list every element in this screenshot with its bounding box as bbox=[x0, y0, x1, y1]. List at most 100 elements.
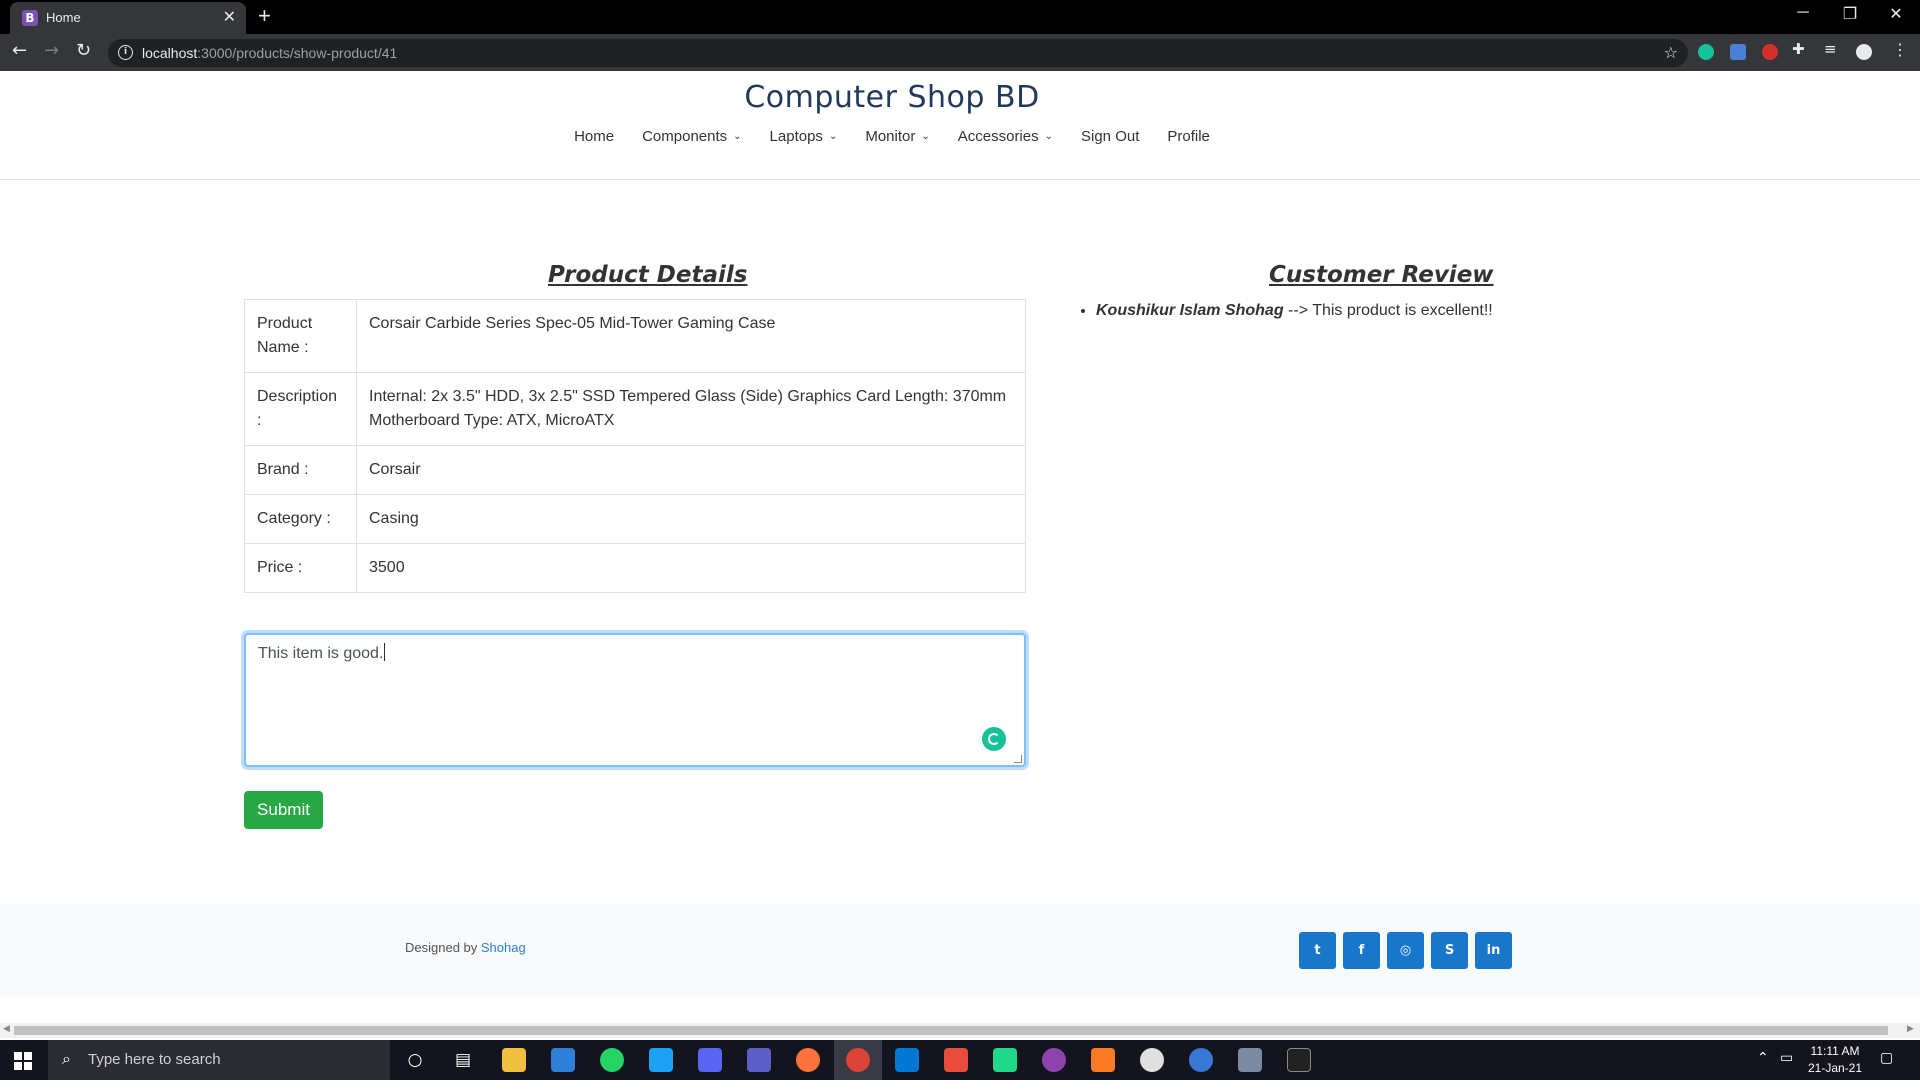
tab-title: Home bbox=[46, 10, 81, 25]
chevron-down-icon: ⌄ bbox=[733, 131, 742, 142]
row-key: Description : bbox=[244, 372, 357, 446]
xampp-icon[interactable] bbox=[1091, 1048, 1115, 1072]
teams-icon[interactable] bbox=[747, 1048, 771, 1072]
media-queue-icon[interactable]: ≡ bbox=[1824, 40, 1837, 58]
nav-accessories[interactable]: Accessories ⌄ bbox=[944, 128, 1067, 145]
nav-profile[interactable]: Profile bbox=[1153, 128, 1224, 145]
firefox-icon[interactable] bbox=[796, 1048, 820, 1072]
twitter-app-icon[interactable] bbox=[649, 1048, 673, 1072]
instagram-icon[interactable]: ◎ bbox=[1387, 932, 1424, 969]
taskbar-search-box[interactable]: ⌕ Type here to search bbox=[48, 1040, 390, 1080]
nav-home[interactable]: Home bbox=[560, 128, 628, 145]
network-icon[interactable]: ▭ bbox=[1780, 1050, 1793, 1066]
review-textarea[interactable]: This item is good. bbox=[244, 633, 1026, 767]
customer-review-heading: Customer Review bbox=[1269, 262, 1494, 288]
nav-label: Profile bbox=[1167, 128, 1210, 145]
taskbar-search-placeholder: Type here to search bbox=[88, 1051, 221, 1068]
file-explorer-icon[interactable] bbox=[502, 1048, 526, 1072]
grammarly-extension-icon[interactable] bbox=[1698, 44, 1714, 60]
row-value: Casing bbox=[356, 494, 1026, 544]
main-nav: Home Components ⌄ Laptops ⌄ Monitor ⌄ Acces… bbox=[0, 128, 1784, 145]
nav-sign-out[interactable]: Sign Out bbox=[1067, 128, 1153, 145]
extensions-puzzle-icon[interactable]: ✚ bbox=[1792, 40, 1805, 58]
vscode-icon[interactable] bbox=[895, 1048, 919, 1072]
translate-extension-icon[interactable] bbox=[1730, 44, 1746, 60]
nav-label: Accessories bbox=[957, 128, 1039, 145]
qbittorrent-icon[interactable] bbox=[1189, 1048, 1213, 1072]
new-tab-button[interactable]: + bbox=[258, 3, 271, 29]
cortana-icon[interactable]: ○ bbox=[403, 1048, 427, 1072]
nav-label: Home bbox=[574, 128, 615, 145]
nav-label: Monitor bbox=[865, 128, 916, 145]
pycharm-icon[interactable] bbox=[993, 1048, 1017, 1072]
table-row: Price : 3500 bbox=[244, 543, 1026, 593]
url-path: :3000/products/show-product/41 bbox=[197, 45, 398, 61]
facebook-icon[interactable]: f bbox=[1343, 932, 1380, 969]
table-row: Brand : Corsair bbox=[244, 445, 1026, 495]
clock-time: 11:11 AM bbox=[1810, 1044, 1860, 1058]
row-value: Internal: 2x 3.5" HDD, 3x 2.5" SSD Tempe… bbox=[356, 372, 1026, 446]
scroll-left-icon[interactable]: ◀ bbox=[3, 1024, 10, 1034]
reload-icon[interactable]: ↻ bbox=[76, 40, 91, 61]
row-key: Brand : bbox=[244, 445, 357, 495]
nav-laptops[interactable]: Laptops ⌄ bbox=[756, 128, 852, 145]
task-view-icon[interactable]: ▤ bbox=[451, 1048, 475, 1072]
scrollbar-thumb[interactable] bbox=[14, 1026, 1888, 1035]
grammarly-icon[interactable] bbox=[982, 727, 1006, 751]
browser-tab[interactable]: B Home ✕ bbox=[10, 2, 246, 34]
row-key: Category : bbox=[244, 494, 357, 544]
search-icon: ⌕ bbox=[62, 1049, 71, 1068]
windows-start-icon[interactable] bbox=[14, 1052, 32, 1070]
menu-dots-icon[interactable]: ⋮ bbox=[1892, 40, 1908, 59]
browser-titlebar: B Home ✕ + ─ ❐ ✕ bbox=[0, 0, 1920, 34]
credit-prefix: Designed by bbox=[405, 940, 481, 955]
restore-button[interactable]: ❐ bbox=[1827, 4, 1873, 24]
taskbar-clock[interactable]: 11:11 AM 21-Jan-21 bbox=[1800, 1043, 1870, 1077]
whatsapp-icon[interactable] bbox=[600, 1048, 624, 1072]
tray-chevron-up-icon[interactable]: ⌃ bbox=[1757, 1050, 1769, 1066]
forward-arrow-icon[interactable]: → bbox=[44, 40, 59, 61]
submit-button[interactable]: Submit bbox=[244, 791, 323, 829]
row-key: Price : bbox=[244, 543, 357, 593]
linkedin-icon[interactable]: in bbox=[1475, 932, 1512, 969]
scroll-right-icon[interactable]: ▶ bbox=[1907, 1024, 1914, 1034]
table-row: Category : Casing bbox=[244, 494, 1026, 544]
site-brand[interactable]: Computer Shop BD bbox=[0, 80, 1784, 115]
bookmark-star-icon[interactable]: ☆ bbox=[1664, 43, 1678, 62]
close-window-button[interactable]: ✕ bbox=[1873, 4, 1919, 24]
product-details-heading: Product Details bbox=[548, 262, 748, 288]
minimize-button[interactable]: ─ bbox=[1780, 4, 1826, 22]
review-text: This product is excellent!! bbox=[1312, 302, 1493, 319]
url-host: localhost bbox=[142, 45, 198, 61]
viber-icon[interactable] bbox=[1042, 1048, 1066, 1072]
notifications-icon[interactable]: ▢ bbox=[1880, 1050, 1893, 1066]
discord-icon[interactable] bbox=[698, 1048, 722, 1072]
bootstrap-favicon-icon: B bbox=[22, 10, 38, 26]
nav-label: Laptops bbox=[769, 128, 823, 145]
site-info-icon[interactable]: i bbox=[118, 45, 133, 60]
spider-app-icon[interactable] bbox=[1238, 1048, 1262, 1072]
nav-label: Sign Out bbox=[1081, 128, 1140, 145]
profile-avatar-icon[interactable] bbox=[1856, 44, 1872, 60]
twitter-icon[interactable]: t bbox=[1299, 932, 1336, 969]
chevron-down-icon: ⌄ bbox=[1044, 131, 1053, 142]
nav-monitor[interactable]: Monitor ⌄ bbox=[851, 128, 943, 145]
terminal-icon[interactable] bbox=[1287, 1048, 1311, 1072]
author-link[interactable]: Shohag bbox=[481, 940, 526, 955]
url-text[interactable]: localhost:3000/products/show-product/41 bbox=[142, 45, 397, 61]
chrome-icon[interactable] bbox=[846, 1048, 870, 1072]
address-bar[interactable]: i localhost:3000/products/show-product/4… bbox=[108, 39, 1688, 67]
nav-label: Components bbox=[642, 128, 728, 145]
horizontal-scrollbar[interactable]: ◀ ▶ bbox=[0, 1023, 1920, 1038]
browser-toolbar: ← → ↻ i localhost:3000/products/show-pro… bbox=[0, 34, 1920, 71]
row-key: Product Name : bbox=[244, 299, 357, 373]
resize-handle-icon[interactable] bbox=[1014, 755, 1022, 763]
skype-icon[interactable]: S bbox=[1431, 932, 1468, 969]
itunes-icon[interactable] bbox=[1140, 1048, 1164, 1072]
adblock-extension-icon[interactable] bbox=[1762, 44, 1778, 60]
office-icon[interactable] bbox=[944, 1048, 968, 1072]
close-tab-icon[interactable]: ✕ bbox=[223, 7, 236, 27]
nav-components[interactable]: Components ⌄ bbox=[628, 128, 755, 145]
mail-icon[interactable] bbox=[551, 1048, 575, 1072]
back-arrow-icon[interactable]: ← bbox=[12, 40, 27, 61]
